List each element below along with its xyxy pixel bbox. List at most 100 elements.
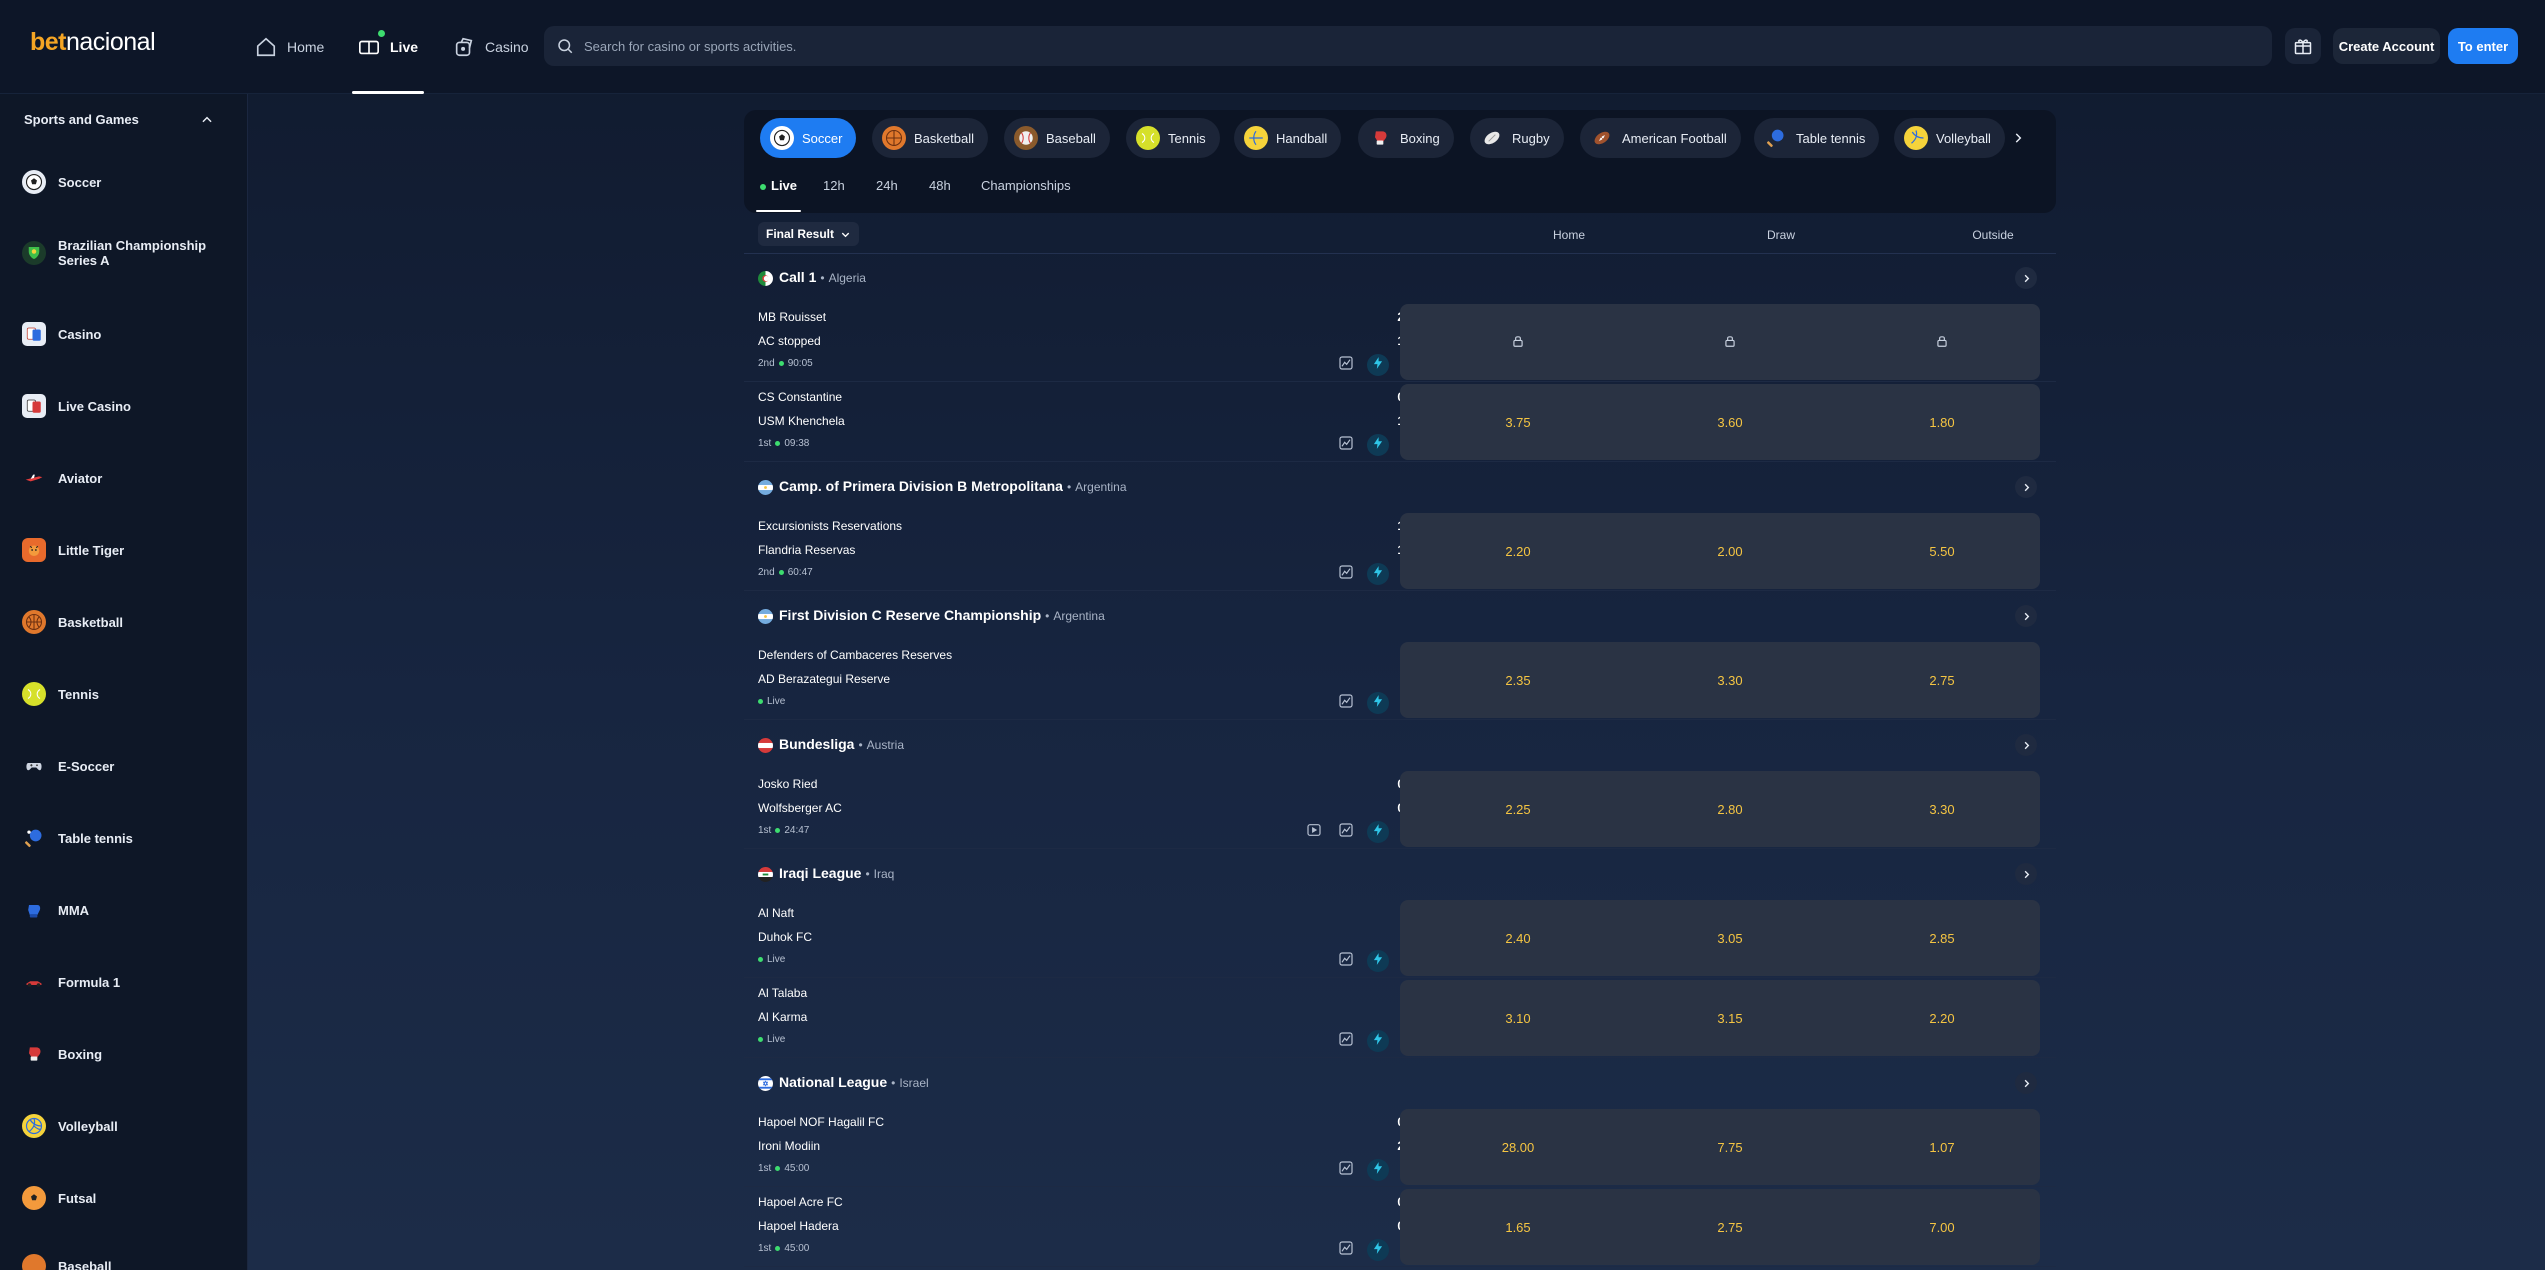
sport-pill-handball[interactable]: Handball xyxy=(1234,118,1342,158)
match-row[interactable]: Josko RiedWolfsberger AC001st24:472.252.… xyxy=(744,769,2056,849)
sport-pill-rugby[interactable]: Rugby xyxy=(1470,118,1564,158)
live-stream-button[interactable] xyxy=(1303,821,1325,843)
league-header[interactable]: Bundesliga • Austria xyxy=(744,725,2056,765)
chevron-up-icon[interactable] xyxy=(200,113,214,127)
odds-button-outside[interactable]: 2.75 xyxy=(1882,642,2002,718)
statistics-button[interactable] xyxy=(1335,563,1357,585)
sidebar-item-boxing[interactable]: Boxing xyxy=(22,1042,232,1066)
match-row[interactable]: Al Naft Duhok FC Live 2.40 3.05 2.85 xyxy=(744,898,2056,978)
quick-bet-button[interactable] xyxy=(1367,950,1389,972)
statistics-button[interactable] xyxy=(1335,354,1357,376)
odds-button-outside[interactable]: 2.85 xyxy=(1882,900,2002,976)
sport-pill-table-tennis[interactable]: Table tennis xyxy=(1754,118,1880,158)
tab-live[interactable]: Live xyxy=(755,178,802,212)
odds-button-home[interactable]: 3.10 xyxy=(1458,980,1578,1056)
sidebar-item-casino[interactable]: Casino xyxy=(22,322,232,346)
odds-button-draw[interactable]: 7.75 xyxy=(1670,1109,1790,1185)
quick-bet-button[interactable] xyxy=(1367,692,1389,714)
odds-button-draw[interactable]: 2.80 xyxy=(1670,771,1790,847)
odds-locked-button[interactable] xyxy=(1882,304,2002,380)
nav-tab-live[interactable]: Live xyxy=(351,0,425,94)
sidebar-item-volleyball[interactable]: Volleyball xyxy=(22,1114,232,1138)
sport-pill-boxing[interactable]: Boxing xyxy=(1358,118,1454,158)
quick-bet-button[interactable] xyxy=(1367,354,1389,376)
sidebar-item-table-tennis[interactable]: Table tennis xyxy=(22,826,232,850)
statistics-button[interactable] xyxy=(1335,950,1357,972)
sidebar-item-mma[interactable]: MMA xyxy=(22,898,232,922)
odds-button-outside[interactable]: 1.07 xyxy=(1882,1109,2002,1185)
odds-button-draw[interactable]: 3.60 xyxy=(1670,384,1790,460)
sport-pill-tennis[interactable]: Tennis xyxy=(1126,118,1220,158)
league-expand-button[interactable] xyxy=(2015,1072,2037,1094)
odds-button-home[interactable]: 2.20 xyxy=(1458,513,1578,589)
match-row[interactable]: CS ConstantineUSM Khenchela011st09:383.7… xyxy=(744,382,2056,462)
match-row[interactable]: MB RouissetAC stopped212nd90:05 xyxy=(744,302,2056,382)
odds-button-outside[interactable]: 3.30 xyxy=(1882,771,2002,847)
league-header[interactable]: National League • Israel xyxy=(744,1063,2056,1103)
sidebar-item-baseball[interactable]: Baseball xyxy=(22,1254,232,1270)
sport-pill-soccer[interactable]: Soccer xyxy=(760,118,857,158)
search-bar[interactable] xyxy=(544,26,2272,66)
match-row[interactable]: Defenders of Cambaceres Reserves AD Beraz… xyxy=(744,640,2056,720)
statistics-button[interactable] xyxy=(1335,1159,1357,1181)
odds-button-outside[interactable]: 7.00 xyxy=(1882,1189,2002,1265)
quick-bet-button[interactable] xyxy=(1367,1159,1389,1181)
sport-pill-baseball[interactable]: Baseball xyxy=(1004,118,1110,158)
statistics-button[interactable] xyxy=(1335,1030,1357,1052)
league-expand-button[interactable] xyxy=(2015,476,2037,498)
statistics-button[interactable] xyxy=(1335,821,1357,843)
odds-button-home[interactable]: 2.40 xyxy=(1458,900,1578,976)
odds-button-outside[interactable]: 2.20 xyxy=(1882,980,2002,1056)
sidebar-item-little-tiger[interactable]: Little Tiger xyxy=(22,538,232,562)
odds-button-home[interactable]: 28.00 xyxy=(1458,1109,1578,1185)
quick-bet-button[interactable] xyxy=(1367,1239,1389,1261)
sidebar-item-aviator[interactable]: Aviator xyxy=(22,466,232,490)
search-input[interactable] xyxy=(584,38,2184,54)
odds-button-draw[interactable]: 3.15 xyxy=(1670,980,1790,1056)
brand-logo[interactable]: bet nacional xyxy=(30,28,156,57)
odds-button-outside[interactable]: 5.50 xyxy=(1882,513,2002,589)
sport-pill-basketball[interactable]: Basketball xyxy=(872,118,988,158)
odds-button-outside[interactable]: 1.80 xyxy=(1882,384,2002,460)
match-row[interactable]: Hapoel NOF Hagalil FCIroni Modiin021st45… xyxy=(744,1107,2056,1187)
sidebar-item-soccer[interactable]: Soccer xyxy=(22,170,232,194)
league-expand-button[interactable] xyxy=(2015,734,2037,756)
sport-pill-volleyball[interactable]: Volleyball xyxy=(1894,118,2005,158)
league-expand-button[interactable] xyxy=(2015,605,2037,627)
statistics-button[interactable] xyxy=(1335,1239,1357,1261)
odds-button-home[interactable]: 3.75 xyxy=(1458,384,1578,460)
sidebar-item-live-casino[interactable]: Live Casino xyxy=(22,394,232,418)
league-header[interactable]: Call 1 • Algeria xyxy=(744,258,2056,298)
odds-button-draw[interactable]: 3.05 xyxy=(1670,900,1790,976)
sidebar-item-formula-1[interactable]: Formula 1 xyxy=(22,970,232,994)
league-header[interactable]: Iraqi League • Iraq xyxy=(744,854,2056,894)
odds-locked-button[interactable] xyxy=(1670,304,1790,380)
tab-24h[interactable]: 24h xyxy=(876,178,898,212)
sidebar-item-basketball[interactable]: Basketball xyxy=(22,610,232,634)
odds-button-draw[interactable]: 2.00 xyxy=(1670,513,1790,589)
quick-bet-button[interactable] xyxy=(1367,1030,1389,1052)
create-account-button[interactable]: Create Account xyxy=(2333,28,2440,64)
match-row[interactable]: Al Talaba Al Karma Live 3.10 3.15 2.20 xyxy=(744,978,2056,1058)
sports-scroll-next-button[interactable] xyxy=(2006,126,2030,150)
nav-tab-casino[interactable]: Casino xyxy=(453,0,529,94)
tab-championships[interactable]: Championships xyxy=(981,178,1071,212)
sidebar-section-header[interactable]: Sports and Games xyxy=(24,112,214,127)
sport-pill-american-football[interactable]: American Football xyxy=(1580,118,1741,158)
odds-button-draw[interactable]: 2.75 xyxy=(1670,1189,1790,1265)
odds-button-home[interactable]: 2.25 xyxy=(1458,771,1578,847)
sidebar-item-brazilian-championship[interactable]: Brazilian Championship Series A xyxy=(22,238,232,268)
league-header[interactable]: First Division C Reserve Championship • Ar… xyxy=(744,596,2056,636)
nav-tab-home[interactable]: Home xyxy=(255,0,324,94)
league-expand-button[interactable] xyxy=(2015,267,2037,289)
match-row[interactable]: Excursionists Reservations Flandria Reser… xyxy=(744,511,2056,591)
tab-12h[interactable]: 12h xyxy=(823,178,845,212)
quick-bet-button[interactable] xyxy=(1367,821,1389,843)
match-row[interactable]: Hapoel Acre FCHapoel Hadera001st45:001.6… xyxy=(744,1187,2056,1267)
odds-button-home[interactable]: 1.65 xyxy=(1458,1189,1578,1265)
sidebar-item-e-soccer[interactable]: E-Soccer xyxy=(22,754,232,778)
gift-button[interactable] xyxy=(2285,28,2321,64)
statistics-button[interactable] xyxy=(1335,692,1357,714)
odds-locked-button[interactable] xyxy=(1458,304,1578,380)
quick-bet-button[interactable] xyxy=(1367,434,1389,456)
